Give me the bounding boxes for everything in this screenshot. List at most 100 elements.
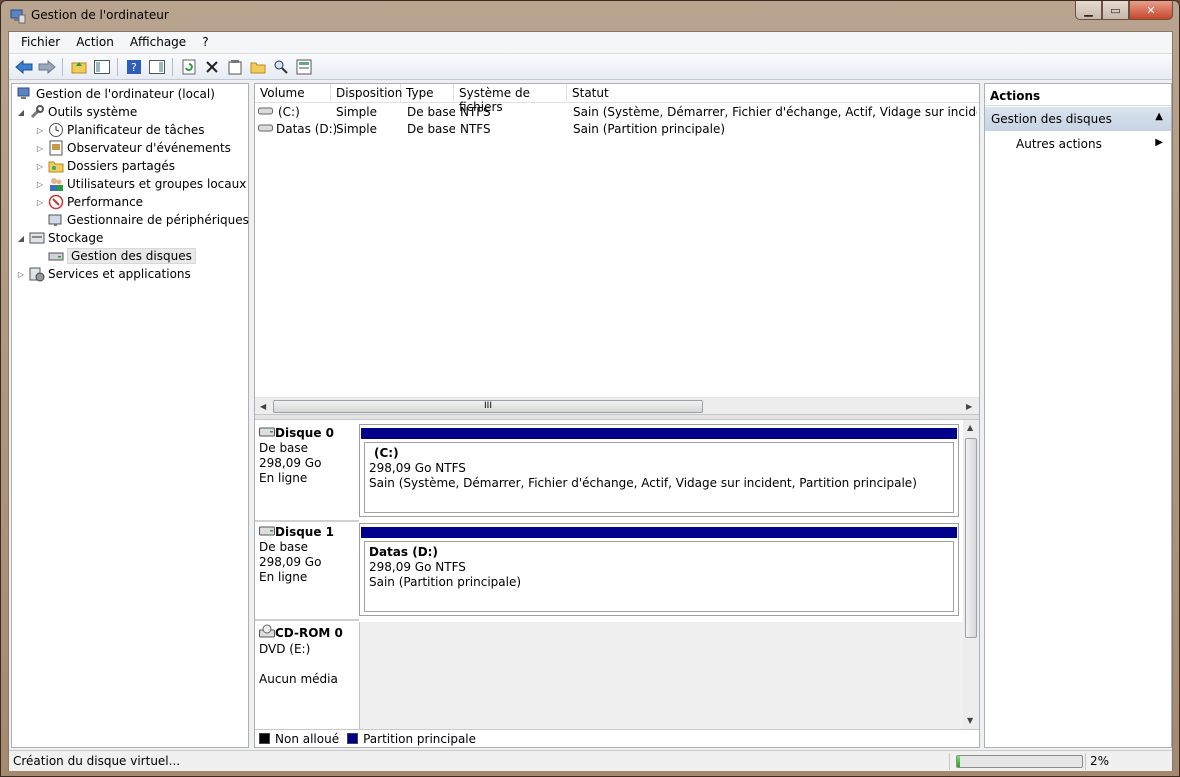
disk-1-info[interactable]: Disque 1 De base 298,09 Go En ligne (259, 525, 359, 585)
more-actions-label: Autres actions (1016, 137, 1102, 151)
tree-label: Dossiers partagés (67, 159, 176, 173)
tree-item-disk-management[interactable]: Gestion des disques (46, 247, 196, 265)
tree-item-storage[interactable]: ◢ Stockage (15, 229, 103, 247)
tree-item-shared-folders[interactable]: ▷ Dossiers partagés (34, 157, 175, 175)
collapsed-arrow-icon[interactable]: ▷ (15, 270, 27, 279)
show-hide-tree-icon[interactable] (91, 56, 112, 77)
show-hide-action-pane-icon[interactable] (146, 56, 167, 77)
disk-state: En ligne (259, 570, 308, 584)
client-area: Fichier Action Affichage ? ? Gestion de … (8, 31, 1173, 771)
search-icon[interactable] (270, 56, 291, 77)
properties-icon[interactable] (224, 56, 245, 77)
volume-type: De base (407, 122, 455, 136)
tree-item-event-viewer[interactable]: ▷ Observateur d'événements (34, 139, 231, 157)
collapsed-arrow-icon[interactable]: ▷ (34, 144, 46, 153)
disk-management-icon (48, 248, 64, 264)
horizontal-scrollbar[interactable]: ◀ III ▶ (255, 397, 979, 414)
scroll-grip: III (484, 401, 492, 411)
tree-label: Observateur d'événements (67, 141, 231, 155)
column-header-filesystem[interactable]: Système de fichiers (454, 84, 567, 114)
collapsed-arrow-icon[interactable]: ▷ (34, 126, 46, 135)
tree-label: Gestionnaire de périphériques (67, 213, 249, 227)
scroll-down-icon[interactable]: ▼ (967, 716, 973, 725)
column-header-volume[interactable]: Volume (255, 84, 331, 103)
menu-bar: Fichier Action Affichage ? (9, 32, 1172, 54)
cdrom-info[interactable]: CD-ROM 0 DVD (E:) Aucun média (259, 624, 359, 687)
menu-file[interactable]: Fichier (13, 32, 68, 53)
collapsed-arrow-icon[interactable]: ▷ (34, 162, 46, 171)
column-header-type[interactable]: Type (401, 84, 454, 103)
column-header-layout[interactable]: Disposition (331, 84, 402, 103)
navigation-tree: Gestion de l'ordinateur (local) ◢ Outils… (11, 83, 249, 748)
volume-filesystem: NTFS (460, 105, 491, 119)
tree-label: Utilisateurs et groupes locaux (67, 177, 247, 191)
close-icon: ✕ (1146, 3, 1156, 17)
clock-icon (48, 122, 64, 138)
open-icon[interactable] (247, 56, 268, 77)
tree-item-task-scheduler[interactable]: ▷ Planificateur de tâches (34, 121, 205, 139)
tree-item-system-tools[interactable]: ◢ Outils système (15, 103, 137, 121)
expanded-arrow-icon[interactable]: ◢ (15, 234, 27, 243)
volume-status: Sain (Système, Démarrer, Fichier d'échan… (369, 476, 917, 490)
volume-name: Datas (D:) (276, 122, 336, 136)
storage-icon (29, 230, 45, 246)
expanded-arrow-icon[interactable]: ◢ (15, 108, 27, 117)
scroll-right-icon[interactable]: ▶ (966, 402, 972, 411)
collapse-up-icon[interactable]: ▲ (1155, 111, 1163, 122)
scroll-thumb[interactable]: III (273, 400, 703, 413)
menu-view[interactable]: Affichage (122, 32, 194, 53)
actions-section-disk-management[interactable]: Gestion des disques ▲ (985, 107, 1171, 131)
volume-status: Sain (Partition principale) (573, 122, 726, 136)
help-icon[interactable]: ? (123, 56, 144, 77)
column-header-status[interactable]: Statut (567, 84, 979, 103)
tree-item-services[interactable]: ▷ Services et applications (15, 265, 191, 283)
scroll-thumb[interactable] (965, 438, 977, 638)
maximize-button[interactable]: ▭ (1102, 1, 1129, 20)
menu-action[interactable]: Action (68, 32, 122, 53)
primary-partition-bar (361, 428, 957, 439)
refresh-icon[interactable] (178, 56, 199, 77)
disk-map: Disque 0 De base 298,09 Go En ligne (C:)… (255, 420, 963, 729)
up-folder-icon[interactable] (68, 56, 89, 77)
volume-row[interactable]: Datas (D:) Simple De base NTFS Sain (Par… (255, 121, 979, 138)
tree-label: Gestion des disques (67, 248, 196, 264)
volume-row[interactable]: (C:) Simple De base NTFS Sain (Système, … (255, 104, 979, 121)
volume-d-block[interactable]: Datas (D:) 298,09 Go NTFS Sain (Partitio… (359, 523, 959, 616)
toolbar-separator (62, 57, 63, 76)
close-button[interactable]: ✕ (1129, 1, 1173, 20)
disk-name: Disque 1 (275, 525, 335, 539)
section-label: Gestion des disques (991, 112, 1112, 126)
legend-swatch-primary (347, 733, 359, 744)
title-bar[interactable]: Gestion de l'ordinateur ▁ ▭ ✕ (1, 1, 1179, 31)
volume-c-block[interactable]: (C:) 298,09 Go NTFS Sain (Système, Démar… (359, 424, 959, 517)
scroll-left-icon[interactable]: ◀ (260, 402, 266, 411)
export-icon[interactable] (293, 56, 314, 77)
scroll-up-icon[interactable]: ▲ (967, 423, 973, 432)
volume-list-header: Volume Disposition Type Système de fichi… (255, 84, 979, 114)
delete-icon[interactable] (201, 56, 222, 77)
tree-item-root[interactable]: Gestion de l'ordinateur (local) (15, 85, 215, 103)
legend-label: Partition principale (363, 731, 477, 746)
back-icon[interactable] (13, 56, 34, 77)
disk-separator (255, 619, 359, 621)
volume-filesystem: NTFS (460, 122, 491, 136)
toolbar-separator (117, 57, 118, 76)
center-pane: Volume Disposition Type Système de fichi… (254, 83, 980, 748)
services-icon (29, 266, 45, 282)
collapsed-arrow-icon[interactable]: ▷ (34, 180, 46, 189)
vertical-scrollbar[interactable]: ▲ ▼ (963, 420, 979, 729)
volume-name: (C:) (278, 105, 300, 119)
forward-icon[interactable] (36, 56, 57, 77)
volume-layout: Simple (336, 105, 377, 119)
disk-0-info[interactable]: Disque 0 De base 298,09 Go En ligne (259, 426, 359, 486)
minimize-button[interactable]: ▁ (1075, 1, 1102, 20)
more-actions-item[interactable]: Autres actions ▶ (985, 131, 1171, 153)
tree-item-performance[interactable]: ▷ Performance (34, 193, 143, 211)
menu-help[interactable]: ? (194, 32, 216, 53)
tree-item-local-users[interactable]: ▷ Utilisateurs et groupes locaux (34, 175, 246, 193)
collapsed-arrow-icon[interactable]: ▷ (34, 198, 46, 207)
volume-status: Sain (Partition principale) (369, 575, 522, 589)
cdrom-block[interactable] (359, 622, 963, 729)
tree-item-device-manager[interactable]: Gestionnaire de périphériques (46, 211, 249, 229)
